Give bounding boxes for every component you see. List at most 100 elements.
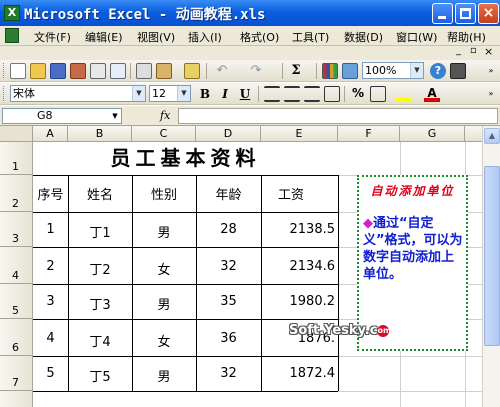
header-cell-age[interactable]: 年龄 — [196, 184, 261, 203]
row-header-1[interactable]: 1 — [0, 142, 33, 175]
scroll-thumb[interactable] — [484, 166, 500, 346]
table-cell[interactable]: 女 — [132, 259, 196, 278]
table-cell[interactable]: 1872.4 — [261, 366, 336, 381]
font-name-select[interactable]: 宋体 ▼ — [10, 85, 146, 102]
table-cell[interactable]: 32 — [196, 259, 261, 274]
row-header-5[interactable]: 5 — [0, 284, 33, 319]
menu-format[interactable]: 格式(O) — [240, 29, 279, 45]
chevron-down-icon[interactable]: ▼ — [109, 109, 121, 123]
table-cell[interactable]: 2 — [33, 259, 68, 274]
toolbar-grip[interactable] — [3, 86, 6, 101]
menu-file[interactable]: 文件(F) — [34, 29, 71, 45]
table-cell[interactable]: 丁1 — [68, 222, 132, 241]
table-cell[interactable]: 36 — [196, 331, 261, 346]
italic-button[interactable]: I — [217, 86, 233, 102]
column-header-e[interactable]: E — [261, 126, 338, 142]
row-header-8[interactable] — [0, 391, 33, 407]
copy-icon[interactable] — [136, 63, 152, 79]
menu-window[interactable]: 窗口(W) — [396, 29, 437, 45]
help-icon[interactable]: ? — [430, 63, 446, 79]
insert-function-icon[interactable]: fx — [160, 109, 170, 122]
row-header-6[interactable]: 6 — [0, 319, 33, 356]
save-icon[interactable] — [50, 63, 66, 79]
excel-icon[interactable]: X — [4, 5, 20, 21]
align-right-icon[interactable] — [304, 86, 320, 102]
table-cell[interactable]: 1 — [33, 222, 68, 237]
zoom-select[interactable]: 100% ▼ — [362, 62, 424, 79]
drawing-icon[interactable] — [342, 63, 358, 79]
table-cell[interactable]: 1980.2 — [261, 294, 336, 309]
toolbar-options-icon[interactable]: » — [486, 63, 496, 79]
header-cell-id[interactable]: 序号 — [33, 184, 68, 203]
print-icon[interactable] — [90, 63, 106, 79]
align-center-icon[interactable] — [284, 86, 300, 102]
new-icon[interactable] — [10, 63, 26, 79]
sheet-title[interactable]: 员工基本资料 — [33, 142, 338, 175]
row-header-4[interactable]: 4 — [0, 247, 33, 284]
row-header-7[interactable]: 7 — [0, 356, 33, 391]
vertical-scrollbar[interactable]: ▲ — [482, 126, 500, 407]
chevron-down-icon[interactable]: ▼ — [132, 86, 145, 101]
select-all-button[interactable] — [0, 126, 33, 142]
menu-tools[interactable]: 工具(T) — [292, 29, 329, 45]
column-header-b[interactable]: B — [68, 126, 132, 142]
menu-help[interactable]: 帮助(H) — [447, 29, 486, 45]
column-header-c[interactable]: C — [132, 126, 196, 142]
formula-input[interactable] — [178, 108, 498, 124]
scroll-up-button[interactable]: ▲ — [484, 128, 500, 144]
underline-button[interactable]: U — [237, 86, 253, 102]
doc-restore-button[interactable]: ▫ — [470, 45, 477, 56]
toolbar-options-icon[interactable]: » — [486, 86, 496, 102]
table-cell[interactable]: 丁2 — [68, 259, 132, 278]
column-header-g[interactable]: G — [400, 126, 465, 142]
redo-icon[interactable]: ↷ — [248, 63, 264, 79]
align-left-icon[interactable] — [264, 86, 280, 102]
print-preview-icon[interactable] — [110, 63, 126, 79]
table-cell[interactable]: 2134.6 — [261, 259, 336, 274]
workbook-icon[interactable] — [5, 28, 19, 43]
chevron-down-icon[interactable]: ▼ — [410, 63, 423, 78]
menu-insert[interactable]: 插入(I) — [188, 29, 222, 45]
camera-icon[interactable] — [450, 63, 466, 79]
column-header-f[interactable]: F — [338, 126, 400, 142]
table-cell[interactable]: 28 — [196, 222, 261, 237]
header-cell-name[interactable]: 姓名 — [68, 184, 132, 203]
table-cell[interactable]: 男 — [132, 366, 196, 385]
table-cell[interactable]: 32 — [196, 366, 261, 381]
toolbar-grip[interactable] — [3, 63, 6, 78]
table-cell[interactable]: 男 — [132, 222, 196, 241]
table-cell[interactable]: 4 — [33, 331, 68, 346]
header-cell-salary[interactable]: 工资 — [261, 184, 321, 203]
paste-icon[interactable] — [156, 63, 172, 79]
table-cell[interactable]: 男 — [132, 294, 196, 313]
table-cell[interactable]: 丁4 — [68, 331, 132, 350]
chart-wizard-icon[interactable] — [322, 63, 338, 79]
undo-icon[interactable]: ↶ — [214, 63, 230, 79]
doc-minimize-button[interactable]: _ — [456, 45, 461, 56]
borders-icon[interactable] — [370, 86, 386, 102]
column-header-a[interactable]: A — [33, 126, 68, 142]
table-cell[interactable]: 35 — [196, 294, 261, 309]
menu-view[interactable]: 视图(V) — [137, 29, 175, 45]
percent-style-button[interactable]: % — [350, 86, 366, 102]
column-header-h[interactable] — [465, 126, 482, 142]
table-cell[interactable]: 丁5 — [68, 366, 132, 385]
menu-edit[interactable]: 编辑(E) — [85, 29, 123, 45]
permission-icon[interactable] — [70, 63, 86, 79]
close-button[interactable]: × — [478, 3, 499, 24]
table-cell[interactable]: 2138.5 — [261, 222, 336, 237]
row-header-2[interactable]: 2 — [0, 175, 33, 212]
column-header-d[interactable]: D — [196, 126, 261, 142]
font-size-select[interactable]: 12 ▼ — [149, 85, 191, 102]
font-color-icon[interactable]: A — [424, 86, 440, 102]
minimize-button[interactable] — [432, 3, 453, 24]
bold-button[interactable]: B — [197, 86, 213, 102]
fill-color-icon[interactable] — [396, 86, 412, 102]
chevron-down-icon[interactable]: ▼ — [177, 86, 190, 101]
table-cell[interactable]: 3 — [33, 294, 68, 309]
open-icon[interactable] — [30, 63, 46, 79]
menu-data[interactable]: 数据(D) — [344, 29, 383, 45]
header-cell-gender[interactable]: 性别 — [132, 184, 196, 203]
table-cell[interactable]: 5 — [33, 366, 68, 381]
row-header-3[interactable]: 3 — [0, 212, 33, 247]
